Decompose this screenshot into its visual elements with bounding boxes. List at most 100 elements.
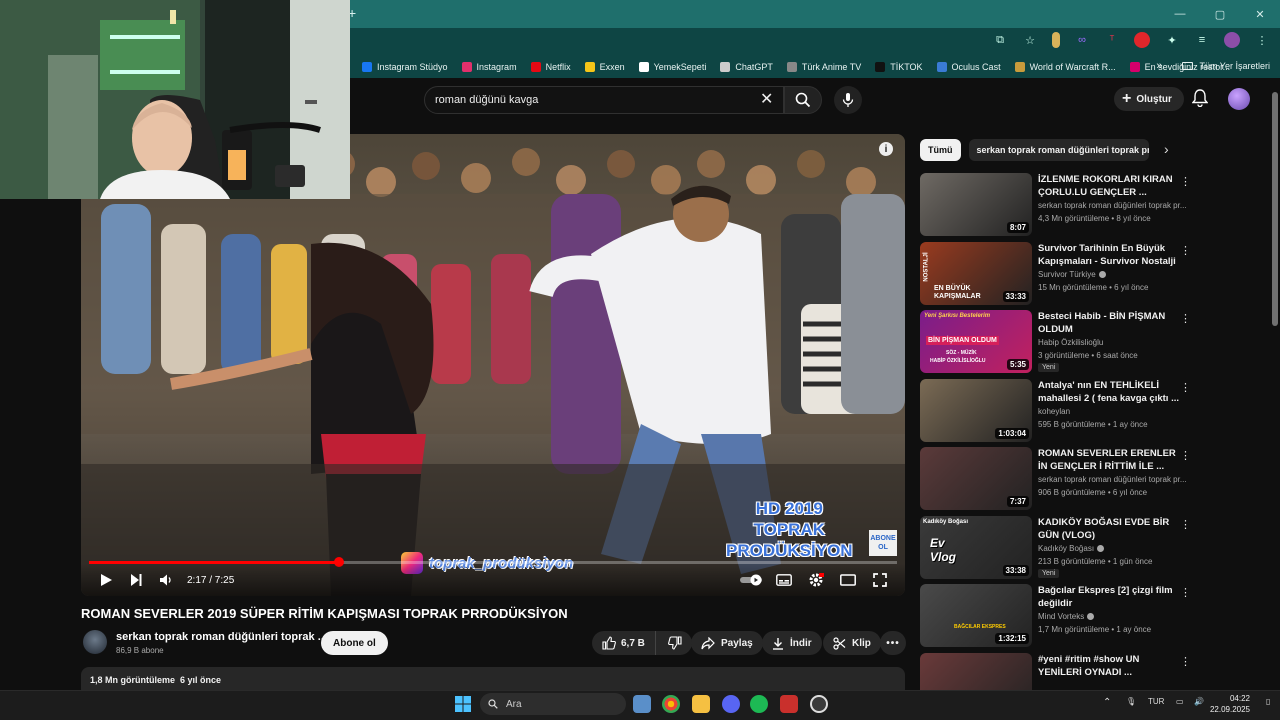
voice-search-button[interactable]	[834, 86, 862, 114]
bookmark-item[interactable]: Instagram Stüdyo	[362, 62, 448, 72]
settings-button[interactable]	[801, 564, 831, 596]
video-thumbnail[interactable]: 7:37	[920, 447, 1032, 510]
more-vertical-icon[interactable]: ⋮	[1180, 312, 1191, 325]
recommendation-item[interactable]: Yeni Şarkısı Bestelerim BİN PİŞMAN OLDUM S…	[920, 310, 1265, 374]
puzzle-icon[interactable]: ✦	[1164, 32, 1180, 48]
bookmark-item[interactable]: ChatGPT	[720, 62, 773, 72]
search-button[interactable]	[784, 86, 822, 114]
recommendation-title[interactable]: Besteci Habib - BİN PİŞMAN OLDUM	[1038, 310, 1184, 336]
recommendation-item[interactable]: 8:07 İZLENME ROKORLARI KIRAN ÇORLU.LU GEN…	[920, 173, 1265, 237]
recommendation-title[interactable]: Survivor Tarihinin En Büyük Kapışmaları …	[1038, 242, 1184, 268]
more-actions-button[interactable]: •••	[880, 631, 906, 655]
taskbar-chrome-icon[interactable]	[662, 695, 680, 713]
bookmarks-more-button[interactable]: »	[1156, 60, 1162, 72]
video-player[interactable]: i HD 2019 TOPRAK PRODÜKSİYON ABONE OL to…	[81, 134, 905, 596]
install-app-icon[interactable]: ⧉	[992, 32, 1008, 48]
extension-icon[interactable]: ᵀ	[1104, 32, 1120, 48]
bookmark-item[interactable]: YemekSepeti	[638, 62, 706, 72]
recommendation-title[interactable]: KADIKÖY BOĞASI EVDE BİR GÜN (VLOG)	[1038, 516, 1184, 542]
bookmark-star-icon[interactable]: ☆	[1022, 32, 1038, 48]
bookmark-item[interactable]: World of Warcraft R...	[1014, 62, 1116, 72]
info-icon[interactable]: i	[879, 142, 893, 156]
minimize-icon[interactable]: —	[1160, 0, 1200, 28]
recommendation-title[interactable]: #yeni #ritim #show UN YENİLERİ OYNADI ..…	[1038, 653, 1184, 679]
video-thumbnail[interactable]: Kadıköy Boğası Ev Vlog 33:38	[920, 515, 1032, 579]
recommendation-item[interactable]: 1:03:04 Antalya' nın EN TEHLİKELİ mahalle…	[920, 378, 1265, 443]
taskbar-spotify-icon[interactable]	[750, 695, 768, 713]
bookmark-item[interactable]: Türk Anime TV	[786, 62, 861, 72]
dislike-button[interactable]	[662, 631, 692, 655]
taskbar-file-explorer-icon[interactable]	[692, 695, 710, 713]
profile-avatar-icon[interactable]	[1224, 32, 1240, 48]
more-vertical-icon[interactable]: ⋮	[1180, 244, 1191, 257]
create-button[interactable]: + Oluştur	[1114, 87, 1184, 111]
recommendation-channel[interactable]: Kadıköy Boğası	[1038, 544, 1188, 553]
windows-start-icon[interactable]	[455, 696, 471, 712]
recommendation-title[interactable]: İZLENME ROKORLARI KIRAN ÇORLU.LU GENÇLER…	[1038, 173, 1184, 199]
bookmark-item[interactable]: Exxen	[584, 62, 625, 72]
volume-button[interactable]	[151, 564, 181, 596]
recommendation-title[interactable]: ROMAN SEVERLER ERENLER İN GENÇLER İ RİTT…	[1038, 447, 1184, 473]
recommendation-item[interactable]: 7:37 ROMAN SEVERLER ERENLER İN GENÇLER İ …	[920, 447, 1265, 511]
tray-network-icon[interactable]: ▭	[1176, 697, 1184, 706]
recommendation-channel[interactable]: Survivor Türkiye	[1038, 270, 1188, 279]
taskbar-search[interactable]: Ara	[480, 693, 626, 715]
recommendation-item[interactable]: BAĞCILAR EKSPRES 1:32:15 Bağcılar Ekspres …	[920, 584, 1265, 648]
tray-mic-icon[interactable]: 🎙	[1126, 697, 1136, 706]
video-thumbnail[interactable]: BAĞCILAR EKSPRES 1:32:15	[920, 584, 1032, 647]
channel-name[interactable]: serkan toprak roman düğünleri toprak ...	[116, 631, 327, 643]
recommendation-title[interactable]: Antalya' nın EN TEHLİKELİ mahallesi 2 ( …	[1038, 379, 1184, 405]
chevron-right-icon[interactable]: ›	[1164, 141, 1169, 157]
chip-channel[interactable]: serkan toprak roman düğünleri toprak pro…	[968, 139, 1149, 161]
bookmark-item[interactable]: Netflix	[530, 62, 571, 72]
video-thumbnail[interactable]: Yeni Şarkısı Bestelerim BİN PİŞMAN OLDUM S…	[920, 310, 1032, 373]
more-vertical-icon[interactable]: ⋮	[1180, 175, 1191, 188]
recommendation-title[interactable]: Bağcılar Ekspres [2] çizgi film değildir	[1038, 584, 1184, 610]
subtitles-button[interactable]	[769, 564, 799, 596]
more-vertical-icon[interactable]: ⋮	[1180, 655, 1191, 668]
taskbar-obs-icon[interactable]	[810, 695, 828, 713]
chip-all[interactable]: Tümü	[920, 139, 961, 161]
taskbar-app-icon[interactable]	[780, 695, 798, 713]
taskbar-discord-icon[interactable]	[722, 695, 740, 713]
reading-list-icon[interactable]: ≡	[1194, 32, 1210, 48]
video-thumbnail[interactable]: 8:07	[920, 173, 1032, 236]
menu-icon[interactable]: ⋮	[1254, 32, 1270, 48]
more-vertical-icon[interactable]: ⋮	[1180, 381, 1191, 394]
video-thumbnail[interactable]: 1:03:04	[920, 378, 1032, 442]
extension-icon[interactable]: ∞	[1074, 32, 1090, 48]
recommendation-channel[interactable]: serkan toprak roman düğünleri toprak pr.…	[1038, 201, 1188, 210]
taskbar-widgets-icon[interactable]	[633, 695, 651, 713]
more-vertical-icon[interactable]: ⋮	[1180, 518, 1191, 531]
next-button[interactable]	[121, 564, 151, 596]
download-button[interactable]: İndir	[762, 631, 822, 655]
account-avatar[interactable]	[1228, 88, 1250, 110]
theater-mode-button[interactable]	[833, 564, 863, 596]
fullscreen-button[interactable]	[865, 564, 895, 596]
page-scrollbar[interactable]	[1272, 92, 1278, 326]
autoplay-toggle[interactable]	[737, 564, 767, 596]
bookmark-item[interactable]: TİKTOK	[875, 62, 923, 72]
extension-icon[interactable]	[1052, 32, 1060, 48]
extension-icon[interactable]	[1134, 32, 1150, 48]
recommendation-channel[interactable]: Mind Vorteks	[1038, 612, 1188, 621]
bookmark-item[interactable]: Instagram	[461, 62, 517, 72]
subscribe-button[interactable]: Abone ol	[321, 631, 388, 655]
bookmark-item[interactable]: Oculus Cast	[936, 62, 1001, 72]
taskbar-clock[interactable]: 04:22 22.09.2025	[1210, 693, 1250, 715]
close-window-icon[interactable]: ✕	[1240, 0, 1280, 28]
recommendation-channel[interactable]: koheylan	[1038, 407, 1188, 416]
share-button[interactable]: Paylaş	[691, 631, 763, 655]
notification-center-icon[interactable]: ▯	[1266, 697, 1270, 706]
more-vertical-icon[interactable]: ⋮	[1180, 449, 1191, 462]
clip-button[interactable]: Klip	[823, 631, 881, 655]
clear-search-icon[interactable]: ✕	[760, 89, 773, 109]
tray-language[interactable]: TUR	[1148, 697, 1164, 706]
search-box[interactable]	[424, 86, 784, 114]
recommendation-item[interactable]: EN BÜYÜK KAPIŞMALAR NOSTALJİ 33:33 Survivor…	[920, 241, 1265, 306]
tray-chevron-up-icon[interactable]: ⌃	[1103, 697, 1111, 708]
recommendation-channel[interactable]: Habip Özkilislioğlu	[1038, 338, 1188, 347]
more-vertical-icon[interactable]: ⋮	[1180, 586, 1191, 599]
all-bookmarks-button[interactable]: Tüm Yer İşaretleri	[1199, 61, 1270, 71]
like-button[interactable]: 6,7 B	[602, 631, 656, 655]
